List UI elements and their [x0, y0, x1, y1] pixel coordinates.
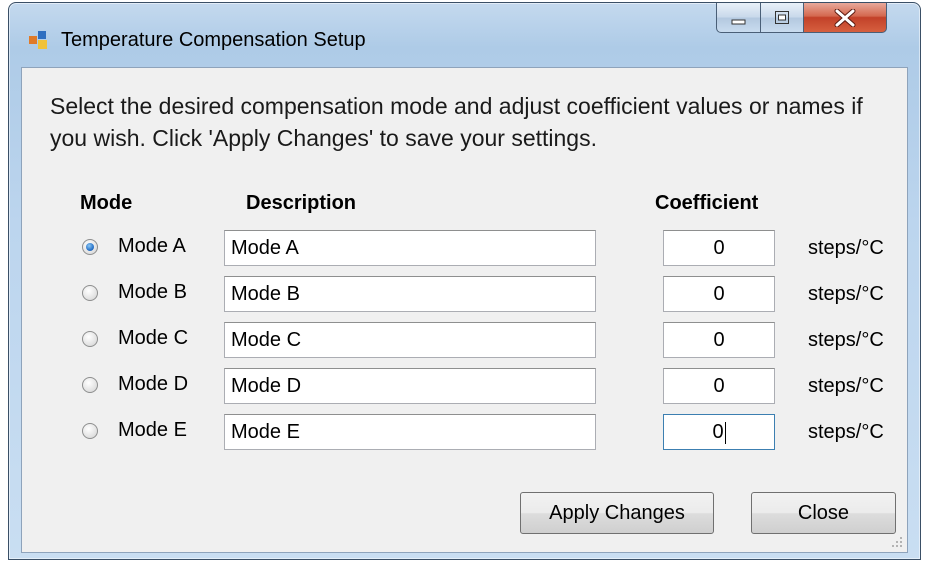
close-button[interactable]: Close	[751, 492, 896, 534]
dialog-window: Temperature Compensation Setup Select th…	[8, 2, 921, 560]
mode-b-label: Mode B	[118, 281, 187, 303]
instructions-text: Select the desired compensation mode and…	[50, 93, 863, 151]
mode-a-radio[interactable]: Mode A	[82, 235, 222, 265]
mode-a-coefficient-field[interactable]: 0	[663, 230, 775, 266]
close-window-button[interactable]	[803, 3, 887, 33]
mode-c-coefficient-field[interactable]: 0	[663, 322, 775, 358]
minimize-button[interactable]	[716, 3, 761, 33]
client-area: Select the desired compensation mode and…	[21, 67, 908, 553]
resize-grip-icon[interactable]	[891, 536, 903, 548]
mode-b-unit: steps/°C	[808, 283, 884, 305]
mode-c-unit: steps/°C	[808, 329, 884, 351]
mode-e-radio[interactable]: Mode E	[82, 419, 222, 449]
radio-button[interactable]	[82, 423, 98, 439]
window-title: Temperature Compensation Setup	[61, 29, 366, 51]
mode-a-label: Mode A	[118, 235, 186, 257]
mode-e-coefficient-field[interactable]: 0	[663, 414, 775, 450]
close-x-icon	[834, 8, 856, 27]
mode-b-radio[interactable]: Mode B	[82, 281, 222, 311]
title-bar[interactable]: Temperature Compensation Setup	[9, 3, 920, 67]
mode-c-label: Mode C	[118, 327, 189, 349]
description-header: Description	[246, 192, 357, 214]
mode-b-coefficient-field[interactable]: 0	[663, 276, 775, 312]
mode-d-radio[interactable]: Mode D	[82, 373, 222, 403]
radio-button-checked[interactable]	[82, 239, 98, 255]
mode-c-radio[interactable]: Mode C	[82, 327, 222, 357]
mode-d-unit: steps/°C	[808, 375, 884, 397]
coefficient-header: Coefficient	[655, 192, 759, 214]
mode-d-description-field[interactable]: Mode D	[224, 368, 596, 404]
radio-button[interactable]	[82, 285, 98, 301]
mode-a-unit: steps/°C	[808, 237, 884, 259]
mode-e-description-field[interactable]: Mode E	[224, 414, 596, 450]
radio-button[interactable]	[82, 377, 98, 393]
mode-d-label: Mode D	[118, 373, 189, 395]
app-icon	[29, 31, 47, 49]
mode-b-description-field[interactable]: Mode B	[224, 276, 596, 312]
maximize-icon	[775, 10, 789, 24]
mode-e-unit: steps/°C	[808, 421, 884, 443]
apply-changes-button[interactable]: Apply Changes	[520, 492, 714, 534]
minimize-icon	[731, 19, 745, 24]
maximize-button[interactable]	[760, 3, 804, 33]
mode-a-description-field[interactable]: Mode A	[224, 230, 596, 266]
mode-e-label: Mode E	[118, 419, 187, 441]
mode-c-description-field[interactable]: Mode C	[224, 322, 596, 358]
mode-d-coefficient-field[interactable]: 0	[663, 368, 775, 404]
mode-header: Mode	[80, 192, 133, 214]
radio-button[interactable]	[82, 331, 98, 347]
